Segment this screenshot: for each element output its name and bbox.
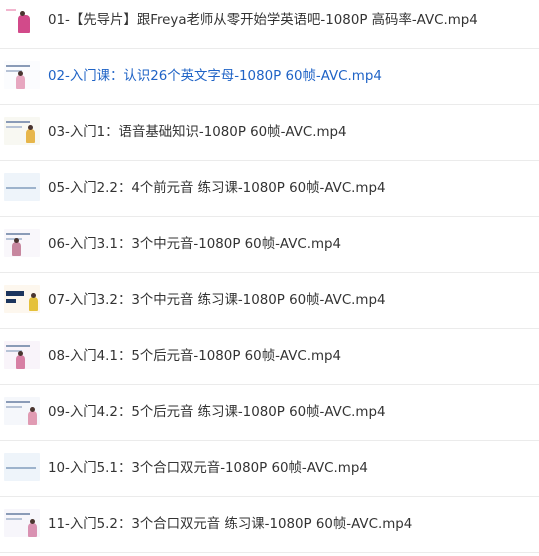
file-row-01[interactable]: 01-【先导片】跟Freya老师从零开始学英语吧-1080P 高码率-AVC.m…	[0, 0, 539, 49]
video-thumbnail	[4, 5, 40, 33]
file-row-10[interactable]: 10-入门5.1：3个合口双元音-1080P 60帧-AVC.mp4	[0, 441, 539, 497]
video-thumbnail	[4, 453, 40, 481]
video-thumbnail	[4, 341, 40, 369]
file-name: 11-入门5.2：3个合口双元音 练习课-1080P 60帧-AVC.mp4	[48, 517, 413, 532]
file-row-02[interactable]: 02-入门课：认识26个英文字母-1080P 60帧-AVC.mp4	[0, 49, 539, 105]
file-row-07[interactable]: 07-入门3.2：3个中元音 练习课-1080P 60帧-AVC.mp4	[0, 273, 539, 329]
file-row-05[interactable]: 05-入门2.2：4个前元音 练习课-1080P 60帧-AVC.mp4	[0, 161, 539, 217]
video-thumbnail	[4, 509, 40, 537]
file-name: 10-入门5.1：3个合口双元音-1080P 60帧-AVC.mp4	[48, 461, 368, 476]
file-list: 01-【先导片】跟Freya老师从零开始学英语吧-1080P 高码率-AVC.m…	[0, 0, 539, 556]
video-thumbnail	[4, 229, 40, 257]
file-row-11[interactable]: 11-入门5.2：3个合口双元音 练习课-1080P 60帧-AVC.mp4	[0, 497, 539, 553]
file-name: 07-入门3.2：3个中元音 练习课-1080P 60帧-AVC.mp4	[48, 293, 386, 308]
video-thumbnail	[4, 61, 40, 89]
file-name: 09-入门4.2：5个后元音 练习课-1080P 60帧-AVC.mp4	[48, 405, 386, 420]
video-thumbnail	[4, 173, 40, 201]
video-thumbnail	[4, 397, 40, 425]
file-row-06[interactable]: 06-入门3.1：3个中元音-1080P 60帧-AVC.mp4	[0, 217, 539, 273]
video-thumbnail	[4, 285, 40, 313]
file-row-03[interactable]: 03-入门1：语音基础知识-1080P 60帧-AVC.mp4	[0, 105, 539, 161]
file-name: 02-入门课：认识26个英文字母-1080P 60帧-AVC.mp4	[48, 69, 382, 84]
file-row-08[interactable]: 08-入门4.1：5个后元音-1080P 60帧-AVC.mp4	[0, 329, 539, 385]
file-row-09[interactable]: 09-入门4.2：5个后元音 练习课-1080P 60帧-AVC.mp4	[0, 385, 539, 441]
file-name: 06-入门3.1：3个中元音-1080P 60帧-AVC.mp4	[48, 237, 342, 252]
video-thumbnail	[4, 117, 40, 145]
file-name: 08-入门4.1：5个后元音-1080P 60帧-AVC.mp4	[48, 349, 342, 364]
file-name: 05-入门2.2：4个前元音 练习课-1080P 60帧-AVC.mp4	[48, 181, 386, 196]
file-name: 03-入门1：语音基础知识-1080P 60帧-AVC.mp4	[48, 125, 347, 140]
file-name: 01-【先导片】跟Freya老师从零开始学英语吧-1080P 高码率-AVC.m…	[48, 13, 478, 28]
